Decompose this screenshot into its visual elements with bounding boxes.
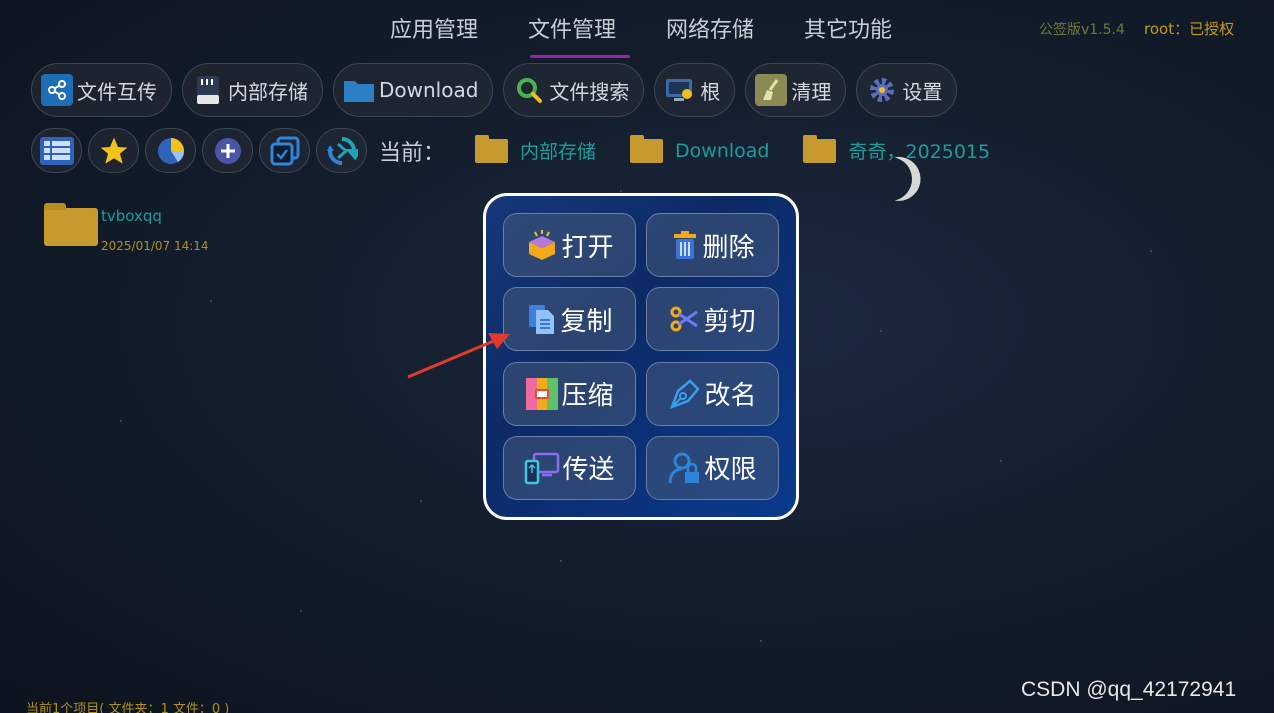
nav-row: 当前： 内部存储 Download 奇奇，2025015 bbox=[31, 128, 1018, 173]
tab-file-management[interactable]: 文件管理 bbox=[503, 14, 641, 58]
multi-select-icon bbox=[270, 136, 299, 165]
settings-button[interactable]: 设置 bbox=[856, 63, 958, 117]
annotation-arrow bbox=[407, 333, 510, 379]
breadcrumb-item-download[interactable]: Download bbox=[630, 134, 770, 163]
plus-icon bbox=[214, 137, 241, 164]
file-name: tvboxqq bbox=[101, 207, 162, 225]
rename-label: 改名 bbox=[704, 381, 757, 411]
archive-icon bbox=[526, 377, 559, 410]
clean-label: 清理 bbox=[791, 79, 832, 104]
delete-label: 删除 bbox=[702, 232, 755, 263]
settings-label: 设置 bbox=[902, 79, 943, 104]
folder-icon bbox=[630, 134, 664, 163]
pie-chart-icon bbox=[157, 137, 184, 164]
gear-icon bbox=[866, 74, 898, 106]
cut-button[interactable]: 剪切 bbox=[646, 287, 779, 352]
list-view-icon bbox=[39, 136, 74, 165]
storage-stats-button[interactable] bbox=[145, 128, 196, 173]
share-icon bbox=[41, 74, 73, 106]
scissors-icon bbox=[670, 306, 699, 332]
breadcrumb-text: 奇奇，2025015 bbox=[848, 141, 991, 163]
version-label: 公签版v1.5.4 bbox=[1039, 22, 1125, 38]
copy-icon bbox=[529, 305, 555, 335]
rename-button[interactable]: 改名 bbox=[646, 361, 779, 426]
delete-button[interactable]: 删除 bbox=[646, 213, 779, 277]
toolbar: 文件互传 内部存储 Download 文件搜索 根 清理 设置 bbox=[31, 63, 958, 117]
permission-label: 权限 bbox=[704, 455, 757, 486]
pen-icon bbox=[670, 378, 701, 409]
clean-button[interactable]: 清理 bbox=[745, 63, 847, 117]
root-status: root：已授权 bbox=[1144, 20, 1235, 38]
transfer-label: 传送 bbox=[562, 455, 615, 486]
add-button[interactable] bbox=[202, 128, 253, 173]
status-bar: 当前1个项目( 文件夹：1 文件：0 ) bbox=[26, 702, 230, 713]
sd-card-icon bbox=[192, 74, 224, 106]
broom-icon bbox=[755, 74, 788, 106]
breadcrumb-item-internal-storage[interactable]: 内部存储 bbox=[475, 134, 597, 164]
watermark: CSDN @qq_42172941 bbox=[1021, 678, 1237, 701]
open-box-icon bbox=[529, 230, 556, 260]
star-icon bbox=[100, 137, 127, 164]
open-label: 打开 bbox=[561, 232, 614, 263]
file-date: 2025/01/07 14:14 bbox=[101, 239, 209, 253]
trash-icon bbox=[674, 231, 697, 259]
refresh-icon bbox=[326, 136, 358, 165]
context-menu: 打开 删除 复制 剪切 压缩 改名 传送 权限 bbox=[483, 193, 799, 520]
cut-label: 剪切 bbox=[703, 306, 756, 337]
multi-select-button[interactable] bbox=[259, 128, 310, 173]
search-icon bbox=[513, 74, 545, 106]
breadcrumb-label: 当前： bbox=[379, 140, 446, 166]
file-search-label: 文件搜索 bbox=[549, 79, 630, 104]
folder-icon bbox=[803, 134, 837, 163]
list-view-button[interactable] bbox=[31, 128, 82, 173]
file-search-button[interactable]: 文件搜索 bbox=[503, 63, 645, 117]
breadcrumb-text: Download bbox=[675, 139, 770, 162]
tab-network-storage[interactable]: 网络存储 bbox=[641, 14, 779, 58]
download-button[interactable]: Download bbox=[333, 63, 494, 117]
root-icon bbox=[664, 74, 696, 106]
copy-button[interactable]: 复制 bbox=[503, 287, 636, 352]
compress-label: 压缩 bbox=[561, 381, 614, 411]
copy-label: 复制 bbox=[560, 306, 613, 337]
breadcrumb-text: 内部存储 bbox=[520, 141, 597, 163]
favorites-button[interactable] bbox=[88, 128, 139, 173]
folder-icon bbox=[343, 74, 375, 106]
file-transfer-label: 文件互传 bbox=[77, 79, 157, 104]
refresh-button[interactable] bbox=[316, 128, 367, 173]
root-label: 根 bbox=[700, 79, 721, 104]
tab-app-management[interactable]: 应用管理 bbox=[365, 14, 503, 58]
file-transfer-button[interactable]: 文件互传 bbox=[31, 63, 172, 117]
permission-icon bbox=[668, 452, 700, 483]
internal-storage-button[interactable]: 内部存储 bbox=[182, 63, 323, 117]
open-button[interactable]: 打开 bbox=[503, 213, 636, 277]
transfer-icon bbox=[525, 452, 560, 484]
transfer-button[interactable]: 传送 bbox=[503, 435, 636, 500]
folder-icon bbox=[44, 203, 98, 246]
main-tabs: 应用管理 文件管理 网络存储 其它功能 bbox=[365, 14, 917, 58]
download-label: Download bbox=[379, 78, 479, 102]
folder-icon bbox=[475, 134, 509, 163]
internal-storage-label: 内部存储 bbox=[228, 79, 308, 104]
root-button[interactable]: 根 bbox=[654, 63, 736, 117]
permission-button[interactable]: 权限 bbox=[646, 435, 779, 500]
tab-other-functions[interactable]: 其它功能 bbox=[779, 14, 917, 58]
compress-button[interactable]: 压缩 bbox=[503, 361, 636, 426]
